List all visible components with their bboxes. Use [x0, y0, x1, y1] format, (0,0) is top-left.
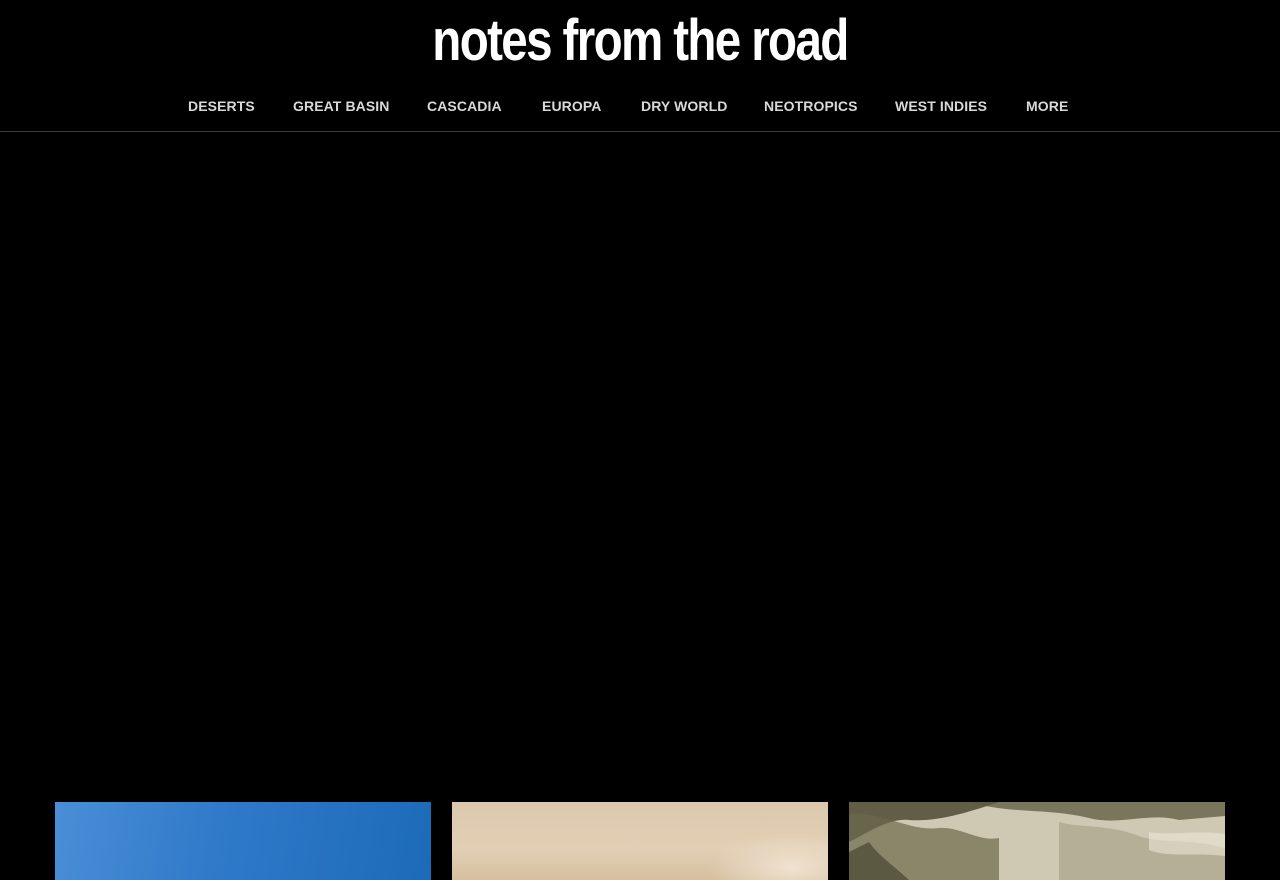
post-thumbnail-sky	[55, 802, 431, 880]
post-thumbnail-tree	[849, 802, 1225, 880]
nav-item-west-indies[interactable]: WEST INDIES	[895, 94, 987, 118]
post-thumbnail-haze	[708, 832, 828, 880]
post-card-desert-haze[interactable]	[452, 802, 828, 880]
nav-item-neotropics[interactable]: NEOTROPICS	[764, 94, 858, 118]
post-card-row	[0, 802, 1280, 880]
nav-item-europa[interactable]: EUROPA	[542, 94, 601, 118]
post-card-tree-canopy[interactable]	[849, 802, 1225, 880]
site-header: notes from the road DESERTS GREAT BASIN …	[0, 0, 1280, 132]
site-logo[interactable]: notes from the road	[115, 8, 1165, 74]
nav-item-great-basin[interactable]: GREAT BASIN	[293, 94, 390, 118]
main-nav: DESERTS GREAT BASIN CASCADIA EUROPA DRY …	[0, 94, 1280, 118]
post-card-blue-sky[interactable]	[55, 802, 431, 880]
hero-image-area	[0, 132, 1280, 792]
nav-item-more[interactable]: MORE	[1026, 94, 1068, 118]
nav-item-cascadia[interactable]: CASCADIA	[427, 94, 502, 118]
nav-item-deserts[interactable]: DESERTS	[188, 94, 255, 118]
nav-item-dry-world[interactable]: DRY WORLD	[641, 94, 727, 118]
